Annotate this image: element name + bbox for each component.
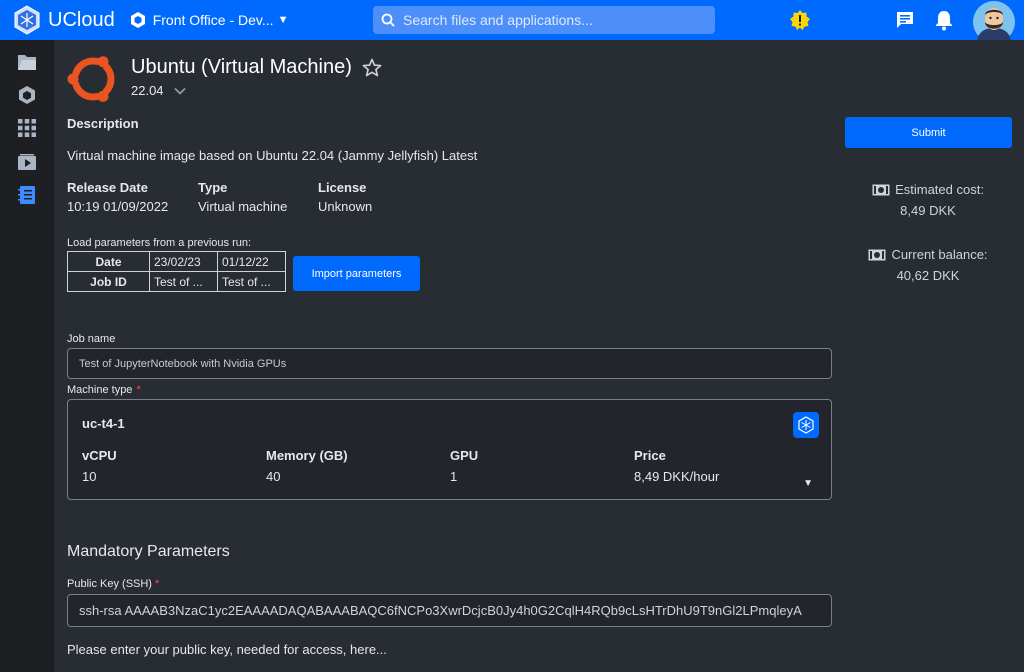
vcpu-value: 10: [82, 469, 97, 484]
ucloud-logo-icon: [14, 5, 40, 35]
type-value: Virtual machine: [198, 199, 288, 214]
memory-value: 40: [266, 469, 281, 484]
folder-icon: [18, 55, 36, 70]
top-bar: UCloud Front Office - Dev... ▼: [0, 0, 1024, 40]
ssh-key-help-text: Please enter your public key, needed for…: [67, 642, 387, 657]
price-value: 8,49 DKK/hour: [634, 469, 720, 484]
ssh-key-field[interactable]: [67, 594, 832, 627]
type-label: Type: [198, 180, 228, 195]
table-row: Job ID Test of ... Test of ...: [67, 271, 286, 292]
grid-icon: [18, 119, 36, 137]
ssh-key-label: Public Key (SSH) *: [67, 578, 159, 590]
required-mark: *: [136, 384, 141, 396]
play-icon: [18, 154, 36, 170]
ubuntu-logo-icon: [67, 56, 115, 102]
favorite-star-icon[interactable]: [362, 58, 382, 78]
sidebar-item-apps[interactable]: [15, 116, 39, 140]
row-header-job-id: Job ID: [67, 271, 150, 292]
current-balance: Current balance: 40,62 DKK: [854, 247, 1002, 283]
price-header: Price: [634, 448, 666, 463]
run-date-cell[interactable]: 23/02/23: [149, 251, 218, 272]
description-text: Virtual machine image based on Ubuntu 22…: [67, 148, 478, 163]
machine-type-label-text: Machine type: [67, 384, 133, 396]
estimated-cost-label: Estimated cost:: [895, 182, 984, 197]
mandatory-parameters-heading: Mandatory Parameters: [67, 543, 230, 560]
caret-down-icon: ▼: [803, 478, 813, 489]
run-job-id-cell[interactable]: Test of ...: [217, 271, 286, 292]
version-selector[interactable]: 22.04: [131, 83, 186, 98]
hexagon-icon: [19, 86, 35, 104]
license-label: License: [318, 180, 367, 195]
sidebar-item-runs[interactable]: [15, 150, 39, 174]
estimated-cost-value: 8,49 DKK: [900, 203, 956, 218]
release-date-label: Release Date: [67, 180, 148, 195]
import-parameters-button[interactable]: Import parameters: [293, 256, 420, 291]
ssh-key-label-text: Public Key (SSH): [67, 578, 152, 590]
table-row: Date 23/02/23 01/12/22: [67, 251, 286, 272]
sidebar-item-files[interactable]: [15, 50, 39, 74]
current-balance-label: Current balance:: [891, 247, 988, 262]
estimated-cost: Estimated cost: 8,49 DKK: [854, 182, 1002, 218]
money-icon: [868, 249, 886, 260]
brand[interactable]: UCloud: [12, 5, 115, 35]
machine-name: uc-t4-1: [82, 416, 125, 431]
search-icon: [381, 13, 395, 27]
current-balance-value: 40,62 DKK: [896, 268, 960, 283]
chat-icon[interactable]: [895, 10, 915, 30]
sidebar-item-resources[interactable]: [15, 183, 39, 207]
run-job-id-cell[interactable]: Test of ...: [149, 271, 218, 292]
job-name-label: Job name: [67, 333, 116, 345]
notebook-icon: [18, 186, 35, 204]
gpu-header: GPU: [450, 448, 479, 463]
sidebar-item-projects[interactable]: [15, 83, 39, 107]
sidebar: [0, 40, 54, 672]
memory-header: Memory (GB): [266, 448, 348, 463]
required-mark: *: [154, 578, 160, 590]
submit-button[interactable]: Submit: [845, 117, 1012, 148]
search-input[interactable]: [403, 12, 703, 28]
bell-icon[interactable]: [934, 9, 954, 31]
notification-badge-icon[interactable]: [789, 9, 811, 31]
project-name: Front Office - Dev...: [152, 12, 274, 28]
avatar[interactable]: [972, 0, 1016, 40]
row-header-date: Date: [67, 251, 150, 272]
description-heading: Description: [67, 116, 139, 131]
license-value: Unknown: [318, 199, 373, 214]
project-selector[interactable]: Front Office - Dev... ▼: [129, 11, 289, 29]
chevron-down-icon: ▼: [277, 14, 289, 26]
machine-type-selector[interactable]: uc-t4-1 vCPU 10 Memory (GB) 40 GPU 1 Pri…: [67, 399, 832, 500]
run-date-cell[interactable]: 01/12/22: [217, 251, 286, 272]
vcpu-header: vCPU: [82, 448, 117, 463]
app-title: Ubuntu (Virtual Machine): [131, 56, 352, 78]
chevron-down-icon: [173, 87, 186, 95]
previous-runs-label: Load parameters from a previous run:: [67, 237, 252, 249]
release-date-value: 10:19 01/09/2022: [67, 199, 169, 214]
project-hex-icon: [130, 12, 145, 28]
money-icon: [872, 184, 890, 195]
version-label: 22.04: [131, 83, 164, 98]
machine-type-label: Machine type *: [67, 384, 141, 396]
machine-provider-icon: [793, 412, 819, 438]
search-box[interactable]: [373, 6, 715, 34]
gpu-value: 1: [450, 469, 458, 484]
brand-name: UCloud: [48, 8, 115, 31]
main-content: Ubuntu (Virtual Machine) 22.04 Descripti…: [54, 40, 1024, 672]
previous-runs-table: Date 23/02/23 01/12/22 Job ID Test of ..…: [67, 251, 286, 292]
job-name-field[interactable]: [67, 348, 832, 379]
